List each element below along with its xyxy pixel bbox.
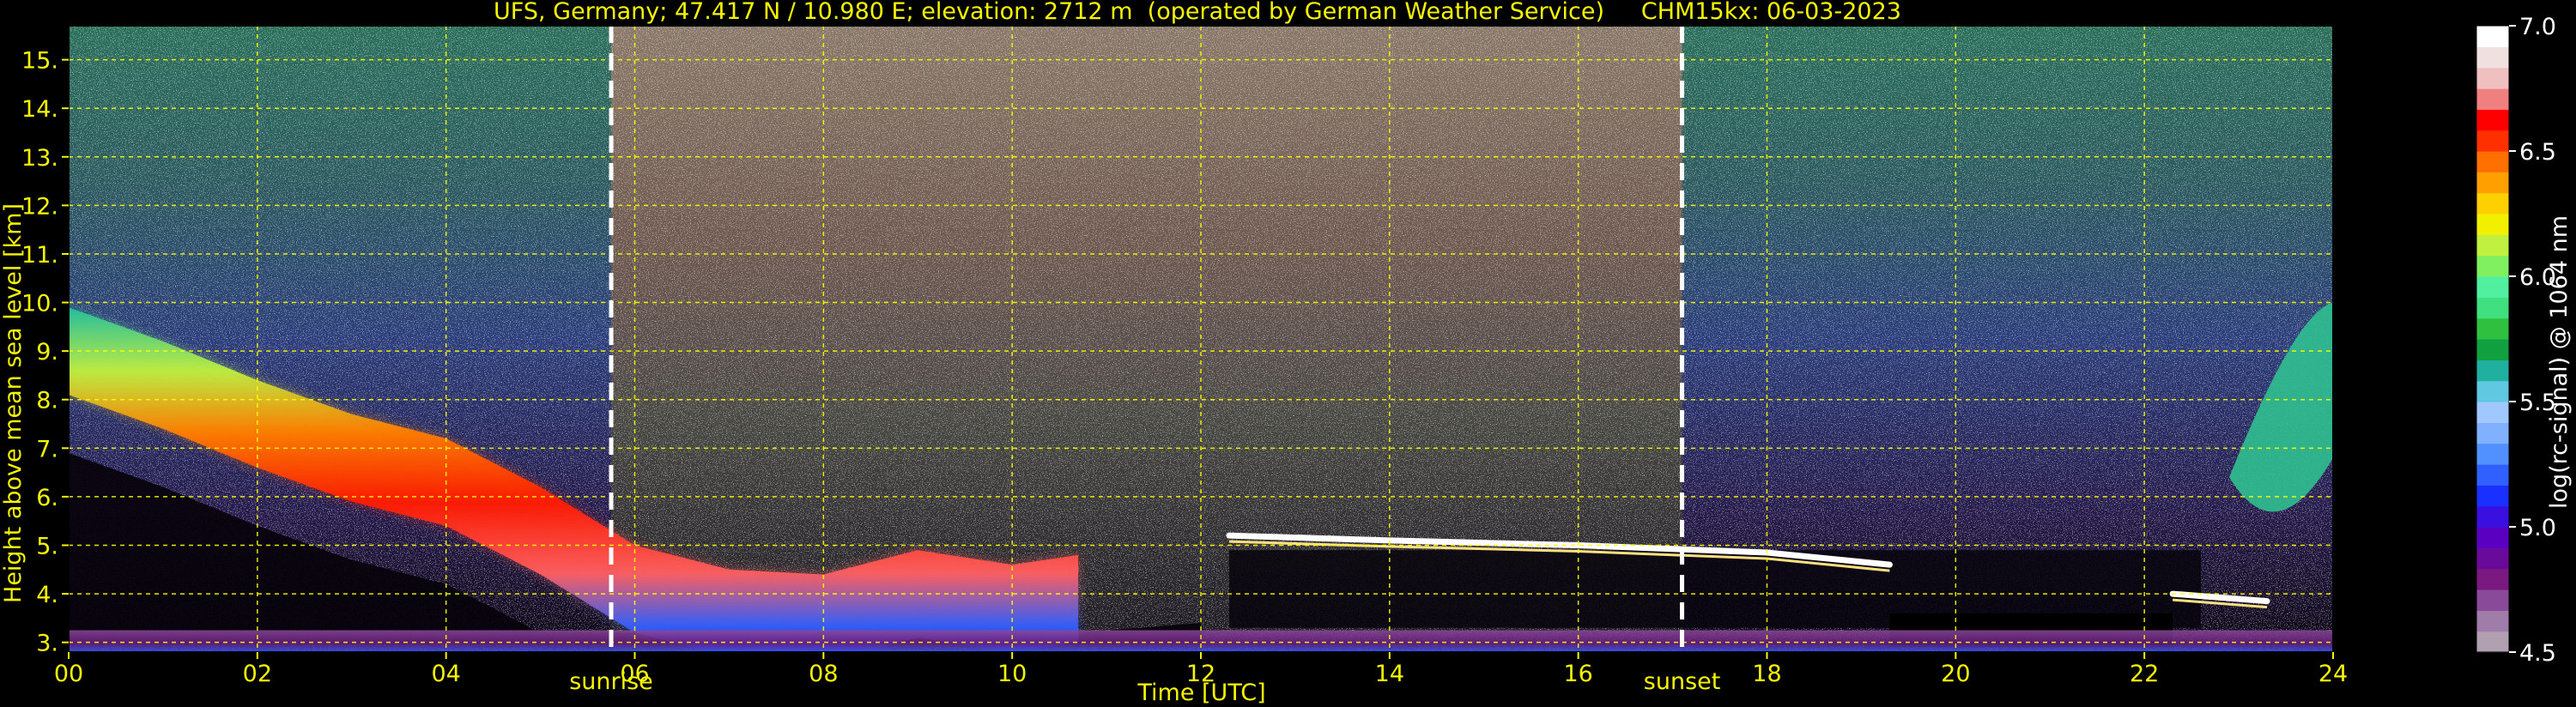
y-tick-label-2: 5. (36, 534, 58, 560)
x-tick-label-4: 08 (809, 661, 838, 687)
colorbar-swatch-16 (2476, 297, 2509, 319)
x-tick-label-11: 22 (2130, 661, 2159, 687)
colorbar-label: log(rc-signal) @ 1064 nm (2546, 215, 2573, 509)
y-axis-label: Height above mean sea level [km] (0, 203, 27, 603)
y-tick-label-10: 13. (21, 145, 58, 172)
y-tick-label-11: 14. (21, 96, 58, 123)
colorbar-swatch-14 (2476, 339, 2509, 360)
y-tick-label-9: 12. (21, 193, 58, 220)
event-label-sunset: sunset (1644, 668, 1721, 695)
y-tick-label-5: 8. (36, 388, 58, 414)
x-tick-label-10: 20 (1941, 661, 1970, 687)
colorbar-swatch-3 (2476, 568, 2509, 590)
x-tick-label-9: 18 (1752, 661, 1781, 687)
colorbar-tick-label-0: 4.5 (2519, 640, 2556, 667)
colorbar-swatch-10 (2476, 422, 2509, 444)
x-tick-label-12: 24 (2318, 661, 2348, 687)
colorbar-swatch-26 (2476, 88, 2509, 110)
colorbar-swatch-5 (2476, 527, 2509, 548)
colorbar-swatch-19 (2476, 234, 2509, 257)
x-tick-label-8: 16 (1563, 661, 1592, 687)
colorbar-swatch-4 (2476, 547, 2509, 570)
y-tick-label-4: 7. (36, 436, 58, 462)
colorbar-swatch-9 (2476, 443, 2509, 465)
x-tick-label-0: 00 (54, 661, 83, 687)
x-tick-label-5: 10 (997, 661, 1027, 687)
colorbar-swatch-23 (2476, 151, 2509, 172)
colorbar: 4.55.05.56.06.57.0 (2476, 14, 2556, 667)
y-tick-label-12: 15. (21, 48, 58, 75)
colorbar-tick-label-1: 5.0 (2519, 515, 2556, 541)
colorbar-swatch-28 (2476, 46, 2509, 69)
y-tick-label-8: 11. (21, 242, 58, 269)
ceilometer-chart: sunrise sunset 00 02 04 06 08 10 12 14 16 18 20 22 24… (0, 0, 2573, 706)
colorbar-swatch-11 (2476, 402, 2509, 423)
colorbar-swatch-24 (2476, 130, 2509, 152)
colorbar-swatch-18 (2476, 255, 2509, 277)
colorbar-swatch-22 (2476, 172, 2509, 194)
colorbar-swatch-20 (2476, 214, 2509, 235)
x-tick-label-3: 06 (620, 661, 649, 687)
y-tick-label-6: 9. (36, 339, 58, 366)
colorbar-swatch-17 (2476, 276, 2509, 298)
colorbar-swatch-29 (2476, 26, 2509, 47)
colorbar-swatch-8 (2476, 464, 2509, 486)
colorbar-swatch-13 (2476, 360, 2509, 382)
x-tick-label-2: 04 (431, 661, 460, 687)
colorbar-swatch-15 (2476, 317, 2509, 340)
colorbar-swatch-27 (2476, 67, 2509, 89)
ground-layer (69, 630, 2333, 652)
y-tick-label-1: 4. (36, 582, 58, 608)
y-tick-label-3: 6. (36, 485, 58, 511)
x-tick-label-7: 14 (1375, 661, 1404, 687)
colorbar-swatch-1 (2476, 610, 2509, 632)
colorbar-tick-label-4: 6.5 (2519, 139, 2556, 166)
colorbar-swatch-0 (2476, 631, 2509, 653)
chart-title: UFS, Germany; 47.417 N / 10.980 E; eleva… (494, 0, 1901, 25)
colorbar-swatch-7 (2476, 485, 2509, 507)
colorbar-swatch-25 (2476, 109, 2509, 131)
colorbar-swatch-21 (2476, 192, 2509, 215)
y-tick-label-7: 10. (21, 291, 58, 317)
x-axis-label: Time [UTC] (1136, 680, 1265, 706)
colorbar-swatch-12 (2476, 380, 2509, 402)
y-tick-label-0: 3. (36, 631, 58, 657)
x-tick-label-1: 02 (243, 661, 272, 687)
colorbar-swatch-6 (2476, 505, 2509, 528)
colorbar-swatch-2 (2476, 589, 2509, 611)
colorbar-tick-label-5: 7.0 (2519, 14, 2556, 40)
